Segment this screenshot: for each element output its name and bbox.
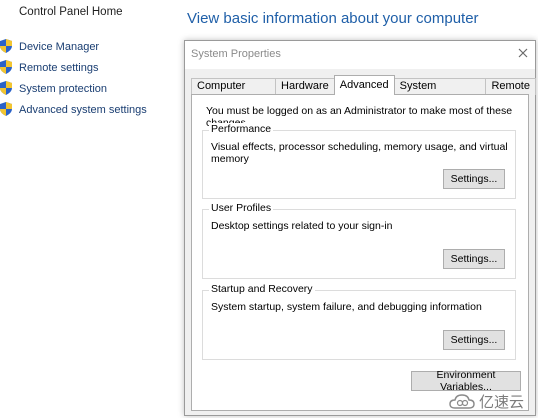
startup-recovery-settings-button[interactable]: Settings... [443,330,505,350]
tab-hardware[interactable]: Hardware [275,78,335,95]
tab-advanced[interactable]: Advanced [333,75,395,95]
system-properties-dialog: System Properties Computer Name Hardware… [184,40,536,416]
group-title: Performance [209,123,274,135]
shield-icon [0,102,12,116]
group-description: Desktop settings related to your sign-in [211,220,393,232]
sidebar-nav: Device Manager Remote settings System pr… [0,36,180,120]
group-description: System startup, system failure, and debu… [211,301,482,313]
shield-icon [0,39,12,53]
user-profiles-settings-button[interactable]: Settings... [443,249,505,269]
advanced-tab-panel: You must be logged on as an Administrato… [191,94,529,411]
shield-icon [0,60,12,74]
sidebar-item-label: Advanced system settings [19,103,147,116]
close-icon[interactable] [516,46,530,60]
sidebar-item-label: System protection [19,82,108,95]
cloud-logo-icon [449,393,475,409]
tab-remote[interactable]: Remote [485,78,536,95]
performance-settings-button[interactable]: Settings... [443,169,505,189]
tab-system-protection[interactable]: System Protection [393,78,487,107]
page-title: View basic information about your comput… [187,10,479,27]
shield-icon [0,81,12,95]
user-profiles-group: User Profiles Desktop settings related t… [202,202,516,279]
environment-variables-button[interactable]: Environment Variables... [411,369,521,393]
performance-group: Performance Visual effects, processor sc… [202,123,516,199]
watermark: 亿速云 [449,391,524,412]
dialog-titlebar[interactable]: System Properties [185,41,535,69]
tab-strip: Computer Name Hardware Advanced System P… [191,75,536,107]
sidebar-item-system-protection[interactable]: System protection [0,78,180,99]
group-description: Visual effects, processor scheduling, me… [211,141,508,165]
dialog-title: System Properties [191,48,281,60]
sidebar-item-remote-settings[interactable]: Remote settings [0,57,180,78]
control-panel-home-link[interactable]: Control Panel Home [19,6,123,18]
startup-recovery-group: Startup and Recovery System startup, sys… [202,283,516,360]
sidebar-item-advanced-system-settings[interactable]: Advanced system settings [0,99,180,120]
group-title: Startup and Recovery [209,283,315,295]
sidebar-item-label: Device Manager [19,40,100,53]
sidebar-item-label: Remote settings [19,61,99,74]
tab-computer-name[interactable]: Computer Name [191,78,277,107]
group-title: User Profiles [209,202,274,214]
sidebar-item-device-manager[interactable]: Device Manager [0,36,180,57]
watermark-text: 亿速云 [478,394,524,411]
